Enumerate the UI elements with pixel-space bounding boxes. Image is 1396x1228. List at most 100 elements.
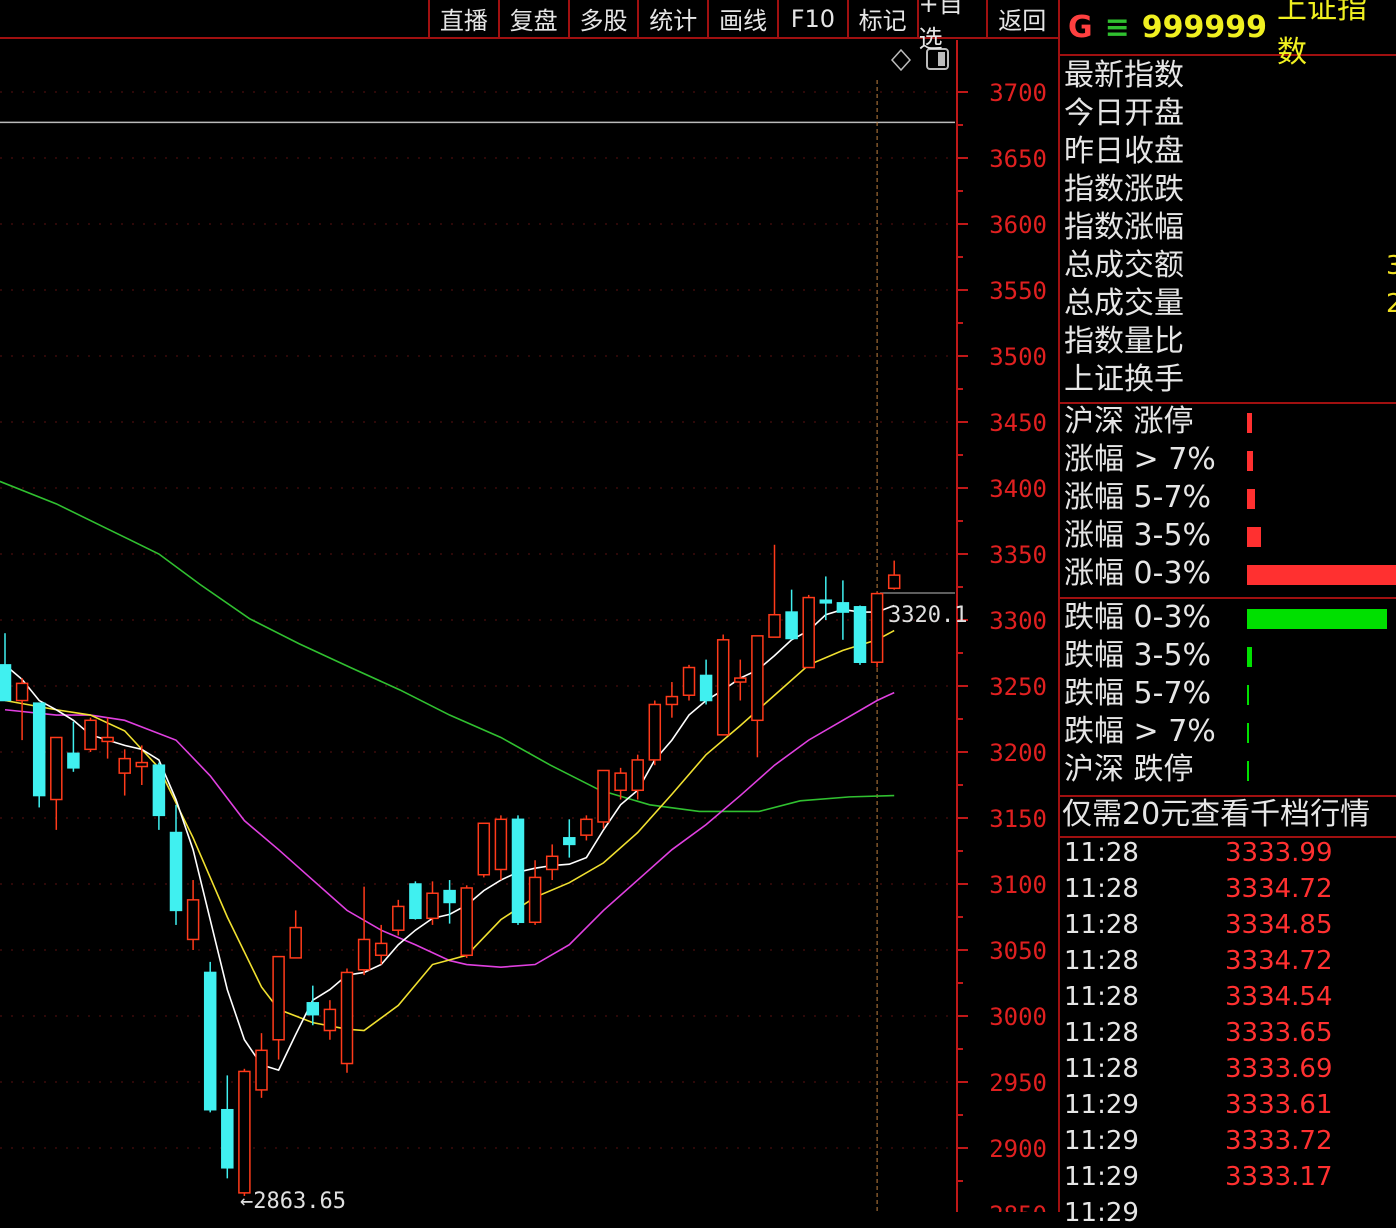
candle-body	[511, 818, 525, 924]
quote-panel: G ≡ 999999 上证指数 最新指数 今日开盘 昨日收盘 指数涨跌 指数涨幅 总成交额…	[1058, 0, 1396, 1228]
candle	[699, 659, 713, 705]
info-label: 上证换手	[1064, 362, 1184, 397]
candle-body	[699, 674, 713, 702]
breadth-down-label: 跌幅 > 7%	[1064, 714, 1216, 749]
tick-time: 11:29	[1064, 1198, 1139, 1228]
candle	[785, 589, 798, 640]
candle-body	[477, 822, 491, 876]
candle	[392, 899, 405, 936]
f10-button[interactable]: F10	[776, 0, 847, 37]
add-watchlist-button[interactable]: +自选	[916, 0, 987, 53]
candle	[597, 769, 610, 829]
breadth-up-bar	[1247, 451, 1254, 471]
candle	[477, 822, 491, 878]
info-value: 2	[1386, 289, 1396, 319]
last-price-label: 3320.1	[888, 603, 967, 628]
promo-link[interactable]: 仅需20元查看千档行情	[1062, 796, 1370, 834]
candle-body	[101, 736, 114, 743]
mark-button[interactable]: 标记	[846, 0, 917, 37]
candle	[67, 721, 80, 772]
candle-body	[32, 702, 46, 797]
live-button[interactable]: 直播	[428, 0, 498, 37]
candle	[32, 702, 46, 808]
candle	[374, 924, 388, 965]
candle-body	[494, 818, 508, 871]
replay-button[interactable]: 复盘	[497, 0, 568, 37]
ma20-line	[4, 691, 895, 968]
candle-body	[169, 831, 183, 912]
tick-price: 3333.99	[1225, 838, 1333, 868]
axis-tick-label: 3300	[989, 607, 1047, 635]
low-price-label: ←2863.65	[240, 1189, 346, 1212]
draw-line-button[interactable]: 画线	[707, 0, 777, 37]
breadth-up-label: 涨幅 > 7%	[1064, 442, 1216, 477]
candle-body	[152, 764, 166, 817]
statistics-button[interactable]: 统计	[637, 0, 707, 37]
multi-stock-button[interactable]: 多股	[567, 0, 638, 37]
candle	[186, 880, 200, 950]
tick-price: 3334.54	[1225, 982, 1333, 1012]
candle-body	[67, 752, 80, 769]
info-label: 今日开盘	[1064, 96, 1184, 131]
axis-tick-label: 3250	[989, 673, 1047, 701]
kline-chart[interactable]: 3700 3650 3600 3550 3500 3450 3400 3350 3300 3250…	[0, 0, 1058, 1212]
breadth-down-bar	[1247, 761, 1249, 781]
info-label: 昨日收盘	[1064, 134, 1184, 169]
axis-tick-label: 2900	[989, 1135, 1047, 1163]
back-button[interactable]: 返回	[986, 0, 1056, 37]
info-label: 指数量比	[1064, 324, 1184, 359]
tick-price: 3333.69	[1225, 1054, 1333, 1084]
tick-price: 3333.61	[1225, 1090, 1333, 1120]
candle	[768, 544, 781, 638]
candle-body	[716, 639, 730, 736]
candle-body	[460, 887, 473, 957]
candle	[836, 580, 850, 640]
candle	[255, 1033, 268, 1098]
tick-time: 11:29	[1064, 1162, 1139, 1192]
candle	[409, 881, 422, 920]
candle-body	[392, 905, 405, 931]
candle-body	[631, 759, 644, 792]
candle	[340, 968, 354, 1073]
candle	[545, 844, 559, 881]
candle	[0, 633, 12, 702]
candle	[751, 635, 764, 758]
tick-time: 11:28	[1064, 838, 1139, 868]
breadth-down-bar	[1247, 685, 1249, 705]
candle-body	[374, 942, 388, 957]
candle-body	[563, 837, 576, 846]
candle	[84, 717, 97, 752]
tick-price: 3334.72	[1225, 874, 1333, 904]
candle	[50, 736, 63, 830]
candle-body	[306, 1002, 320, 1016]
info-label: 指数涨跌	[1064, 172, 1184, 207]
breadth-up-label: 涨幅 3-5%	[1064, 518, 1212, 553]
candle	[734, 659, 747, 701]
candle-body	[802, 596, 815, 669]
candle-body	[665, 695, 679, 706]
breadth-down-bar	[1247, 723, 1249, 743]
diamond-icon[interactable]	[890, 48, 912, 72]
candle	[563, 819, 576, 858]
candle	[870, 592, 884, 668]
index-code: 999999	[1141, 9, 1268, 45]
menu-icon[interactable]: ≡	[1105, 10, 1130, 45]
axis-tick-label: 3200	[989, 739, 1047, 767]
candle	[152, 762, 166, 830]
g-icon[interactable]: G	[1068, 10, 1093, 45]
candle	[323, 1000, 337, 1040]
breadth-up-bar	[1247, 489, 1255, 509]
axis-tick-label: 3650	[989, 145, 1047, 173]
candle-body	[870, 592, 884, 663]
axis-tick-label: 3450	[989, 409, 1047, 437]
candles	[0, 544, 901, 1196]
tick-time: 11:28	[1064, 982, 1139, 1012]
breadth-up-bar	[1247, 527, 1261, 547]
candle	[272, 955, 285, 1060]
candle	[494, 815, 508, 881]
candle	[802, 594, 815, 669]
axis-tick-label: 3400	[989, 475, 1047, 503]
candle-body	[238, 1070, 251, 1194]
candle-body	[186, 899, 200, 941]
tick-price: 3334.72	[1225, 946, 1333, 976]
